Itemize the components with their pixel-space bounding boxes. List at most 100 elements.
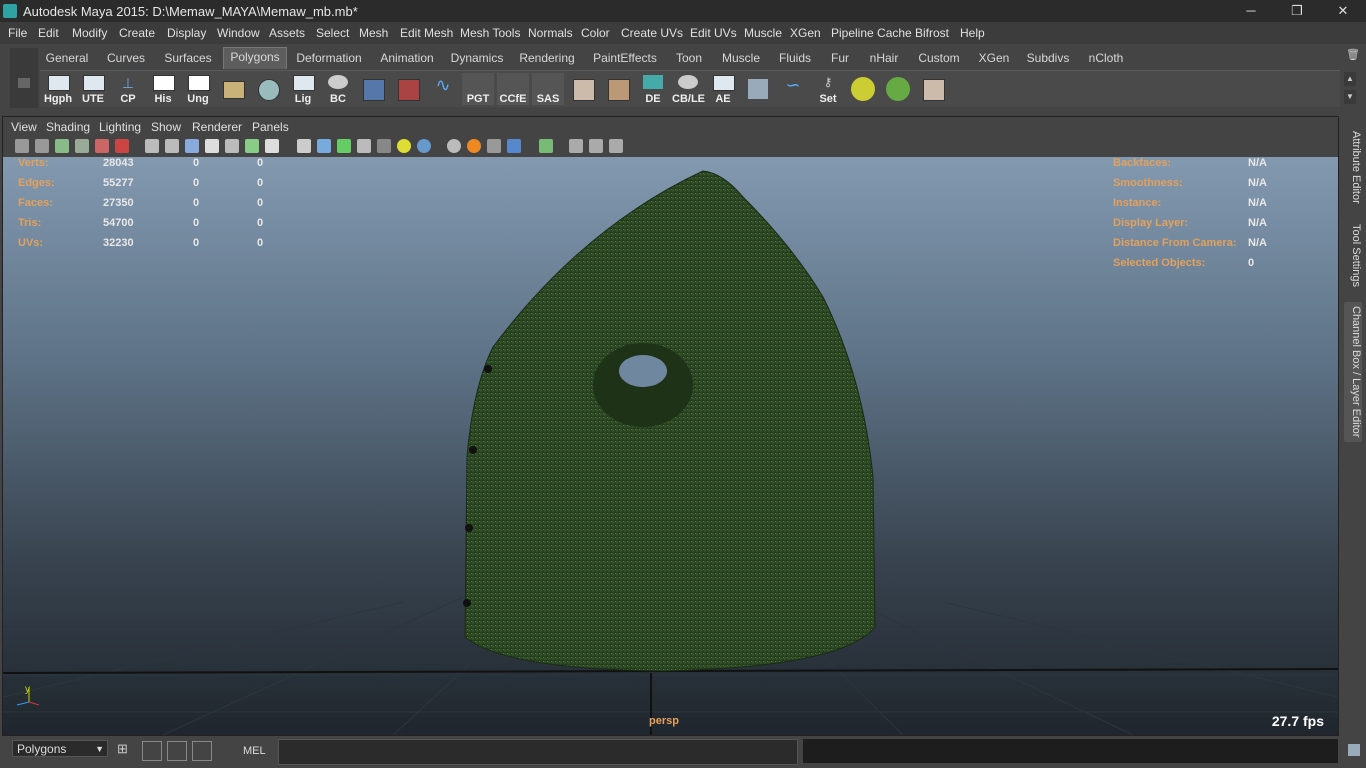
shelf-button-sas[interactable]: SAS: [532, 73, 564, 105]
checker-icon[interactable]: [377, 139, 391, 153]
mel-label[interactable]: MEL: [243, 745, 266, 757]
shelf-tab-curves[interactable]: Curves: [100, 49, 152, 67]
panel-menu-show[interactable]: Show: [151, 120, 181, 134]
shelf-tab-surfaces[interactable]: Surfaces: [160, 49, 216, 67]
shelf-tab-fur[interactable]: Fur: [824, 49, 856, 67]
shelf-tab-general[interactable]: General: [40, 49, 94, 67]
tab-tool-settings[interactable]: Tool Settings: [1344, 220, 1362, 290]
shelf-tab-toon[interactable]: Toon: [671, 49, 707, 67]
bookmark-icon[interactable]: [55, 139, 69, 153]
menu-display[interactable]: Display: [167, 26, 206, 40]
shelf-button-cp[interactable]: ⊥ CP: [112, 73, 144, 105]
shelf-tab-ncloth[interactable]: nCloth: [1083, 49, 1129, 67]
shelf-button-target[interactable]: [847, 73, 879, 105]
shelf-button-book[interactable]: [217, 73, 249, 105]
shelf-tab-deformation[interactable]: Deformation: [292, 49, 366, 67]
minimize-button[interactable]: ─: [1228, 0, 1274, 22]
shelf-button-de[interactable]: DE: [637, 73, 669, 105]
close-button[interactable]: ✕: [1320, 0, 1366, 22]
shelf-button-globe[interactable]: [252, 73, 284, 105]
menu-window[interactable]: Window: [217, 26, 260, 40]
menu-assets[interactable]: Assets: [269, 26, 305, 40]
menu-bifrost[interactable]: Bifrost: [915, 26, 949, 40]
shelf-button-cb-le[interactable]: CB/LE: [672, 73, 705, 105]
settings-icon[interactable]: [609, 139, 623, 153]
anti-aliasing-icon[interactable]: [487, 139, 501, 153]
shelf-button-path[interactable]: ∽: [777, 73, 809, 105]
shaded-icon[interactable]: [185, 139, 199, 153]
menu-set-dropdown[interactable]: Polygons ▼: [12, 740, 108, 757]
shelf-button-his[interactable]: His: [147, 73, 179, 105]
menu-create-uvs[interactable]: Create UVs: [621, 26, 683, 40]
text-icon[interactable]: [265, 139, 279, 153]
panel-menu-lighting[interactable]: Lighting: [99, 120, 141, 134]
hypergraph-icon[interactable]: [167, 741, 187, 761]
cube-icon[interactable]: [357, 139, 371, 153]
xray-joints-icon[interactable]: [337, 139, 351, 153]
shelf-button-uv-grid[interactable]: [602, 73, 634, 105]
menu-xgen[interactable]: XGen: [790, 26, 821, 40]
light-icon[interactable]: [397, 139, 411, 153]
panel-menu-panels[interactable]: Panels: [252, 120, 289, 134]
script-list-icon[interactable]: [192, 741, 212, 761]
xray-icon[interactable]: [317, 139, 331, 153]
trash-icon[interactable]: 🗑: [1346, 48, 1360, 62]
shelf-scroll-up[interactable]: ▲: [1344, 72, 1356, 86]
image-plane-icon[interactable]: [75, 139, 89, 153]
wireframe-icon[interactable]: [145, 139, 159, 153]
menu-file[interactable]: File: [8, 26, 27, 40]
tab-channel-box[interactable]: Channel Box / Layer Editor: [1344, 302, 1362, 442]
depth-of-field-icon[interactable]: [507, 139, 521, 153]
shelf-tab-custom[interactable]: Custom: [912, 49, 966, 67]
shelf-tab-xgen[interactable]: XGen: [975, 49, 1013, 67]
select-highlight-icon[interactable]: [539, 139, 553, 153]
panel-menu-shading[interactable]: Shading: [46, 120, 90, 134]
shelf-button-mesh-cube[interactable]: [357, 73, 389, 105]
menu-normals[interactable]: Normals: [528, 26, 573, 40]
menu-edit[interactable]: Edit: [38, 26, 59, 40]
shelf-button-uv-editor[interactable]: [917, 73, 949, 105]
grid-icon[interactable]: [95, 139, 109, 153]
shelf-button-ute[interactable]: UTE: [77, 73, 109, 105]
tab-attribute-editor[interactable]: Attribute Editor: [1344, 122, 1362, 212]
panel-menu-renderer[interactable]: Renderer: [192, 120, 242, 134]
menu-color[interactable]: Color: [581, 26, 610, 40]
shelf-button-ae[interactable]: AE: [707, 73, 739, 105]
menu-edit-uvs[interactable]: Edit UVs: [690, 26, 737, 40]
menu-pipeline-cache[interactable]: Pipeline Cache: [831, 26, 912, 40]
transform-icon[interactable]: ⊞: [117, 741, 135, 759]
shelf-tab-muscle[interactable]: Muscle: [716, 49, 766, 67]
shelf-tab-dynamics[interactable]: Dynamics: [447, 49, 507, 67]
frame-all-icon[interactable]: [569, 139, 583, 153]
menu-edit-mesh[interactable]: Edit Mesh: [400, 26, 453, 40]
shelf-handle[interactable]: [10, 48, 38, 108]
shelf-button-rotate[interactable]: [882, 73, 914, 105]
shelf-button-camera[interactable]: [392, 73, 424, 105]
command-line-input[interactable]: [278, 739, 798, 765]
viewport-3d[interactable]: Verts: 28043 0 0 Edges: 55277 0 0 Faces:…: [3, 157, 1338, 735]
shelf-button-bc[interactable]: BC: [322, 73, 354, 105]
shelf-button-uv-layout[interactable]: [567, 73, 599, 105]
panel-menu-view[interactable]: View: [11, 120, 37, 134]
shelf-tab-polygons[interactable]: Polygons: [223, 47, 287, 69]
select-camera-icon[interactable]: [15, 139, 29, 153]
shelf-tab-nhair[interactable]: nHair: [864, 49, 904, 67]
menu-select[interactable]: Select: [316, 26, 349, 40]
shelf-button-ung[interactable]: Ung: [182, 73, 214, 105]
shelf-button-set[interactable]: ⚷ Set: [812, 73, 844, 105]
shelf-button-hgph[interactable]: Hgph: [42, 73, 74, 105]
shelf-button-pgt[interactable]: PGT: [462, 73, 494, 105]
camera-attributes-icon[interactable]: [35, 139, 49, 153]
film-gate-icon[interactable]: [115, 139, 129, 153]
shelf-button-curve[interactable]: ∿: [427, 73, 459, 105]
outliner-icon[interactable]: [142, 741, 162, 761]
shelf-button-lig[interactable]: Lig: [287, 73, 319, 105]
shelf-scroll-down[interactable]: ▼: [1344, 90, 1356, 104]
menu-muscle[interactable]: Muscle: [744, 26, 782, 40]
shelf-tab-fluids[interactable]: Fluids: [774, 49, 816, 67]
shelf-tab-rendering[interactable]: Rendering: [516, 49, 578, 67]
menu-mesh[interactable]: Mesh: [359, 26, 388, 40]
shelf-tab-subdivs[interactable]: Subdivs: [1021, 49, 1075, 67]
menu-modify[interactable]: Modify: [72, 26, 107, 40]
restore-button[interactable]: ❐: [1274, 0, 1320, 22]
